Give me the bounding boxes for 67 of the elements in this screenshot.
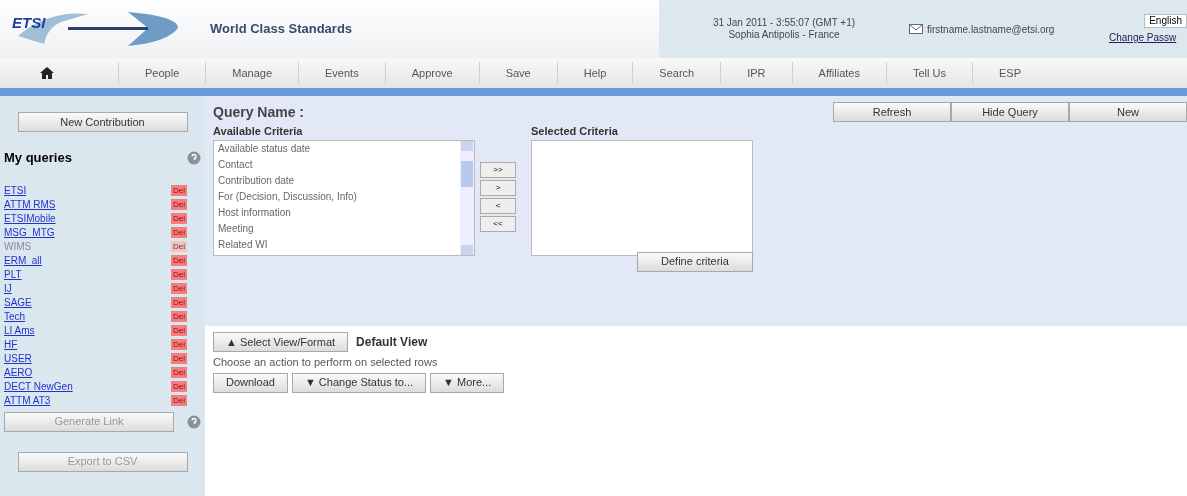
query-link[interactable]: ERM_all [4, 253, 42, 268]
query-link[interactable]: SAGE [4, 295, 32, 310]
query-link[interactable]: DECT NewGen [4, 379, 73, 394]
query-link[interactable]: AERO [4, 365, 33, 380]
query-link[interactable]: ATTM RMS [4, 197, 56, 212]
help-icon[interactable] [187, 414, 201, 429]
delete-tag[interactable]: Del [171, 241, 187, 252]
action-hint: Choose an action to perform on selected rows [213, 355, 439, 370]
query-link[interactable]: Tech [4, 309, 26, 324]
help-icon[interactable] [187, 150, 201, 165]
define-criteria-button[interactable]: Define criteria [637, 251, 753, 272]
language-select[interactable]: English [1144, 13, 1187, 28]
nav-item[interactable]: Tell Us [886, 64, 972, 82]
query-link[interactable]: IJ [4, 281, 12, 296]
query-action-button[interactable]: Refresh [833, 102, 951, 122]
nav-item[interactable]: ESP [972, 64, 1047, 82]
nav-item[interactable]: Affiliates [792, 64, 886, 82]
query-action-button[interactable]: New [1069, 102, 1187, 122]
location: Sophia Antipolis - France [728, 29, 840, 42]
nav-item[interactable]: Manage [206, 64, 299, 82]
mail-icon [909, 24, 923, 34]
criteria-option[interactable]: Contact [218, 156, 460, 173]
home-icon[interactable] [40, 67, 54, 79]
select-view-button[interactable]: ▲ Select View/Format [213, 332, 349, 352]
tagline: World Class Standards [210, 20, 353, 39]
available-criteria-list[interactable]: Available status date Contact Contribution date For (Decision, Discussion, Info) Host information Meeting Related WI [213, 139, 475, 256]
criteria-option[interactable]: Available status date [218, 140, 460, 157]
selected-criteria-label: Selected Criteria [531, 124, 619, 139]
query-name-label: Query Name : [213, 103, 305, 122]
query-link[interactable]: ETSI [4, 183, 27, 198]
criteria-option[interactable]: Contribution date [218, 172, 460, 189]
queries-heading: My queries [4, 149, 72, 167]
logo[interactable]: ETSI [8, 6, 198, 52]
query-link[interactable]: ATTM AT3 [4, 393, 51, 408]
query-link[interactable]: MSG_MTG [4, 225, 55, 240]
row-action-button[interactable]: Download [213, 372, 288, 393]
date-time: 31 Jan 2011 - 3:55:07 (GMT +1) [712, 16, 856, 29]
nav-item[interactable]: People [119, 64, 206, 82]
query-link[interactable]: USER [4, 351, 32, 366]
nav-item[interactable]: IPR [721, 64, 792, 82]
criteria-option[interactable]: For (Decision, Discussion, Info) [218, 188, 460, 205]
criteria-option[interactable]: Related WI [218, 236, 460, 253]
available-criteria-label: Available Criteria [213, 124, 304, 139]
query-link[interactable]: LI Ams [4, 323, 35, 338]
nav-item[interactable]: Save [479, 64, 557, 82]
row-action-button[interactable]: ▼ More... [430, 372, 505, 393]
nav-item[interactable]: Help [557, 64, 633, 82]
query-link[interactable]: HF [4, 337, 18, 352]
move-button[interactable]: << [480, 215, 516, 232]
nav-item[interactable]: Events [299, 64, 385, 82]
criteria-option[interactable]: Meeting [218, 220, 460, 237]
move-button[interactable]: > [480, 179, 516, 196]
row-action-button[interactable]: ▼ Change Status to... [291, 372, 427, 393]
query-link[interactable]: PLT [4, 267, 22, 282]
move-button[interactable]: >> [480, 161, 516, 178]
query-link[interactable]: ETSIMobile [4, 211, 56, 226]
user-email[interactable]: firstname.lastname@etsi.org [927, 21, 1055, 37]
query-action-button[interactable]: Hide Query [951, 102, 1069, 122]
move-button[interactable]: < [480, 197, 516, 214]
nav-item[interactable]: Approve [385, 64, 479, 82]
nav-item[interactable]: Search [633, 64, 721, 82]
view-name: Default View [356, 334, 428, 351]
new-contribution-button[interactable]: New Contribution [17, 112, 188, 132]
criteria-option[interactable]: Host information [218, 204, 460, 221]
account-link[interactable]: Change Passw [1109, 32, 1187, 45]
scrollbar[interactable] [460, 140, 474, 255]
selected-criteria-list[interactable] [531, 139, 753, 256]
